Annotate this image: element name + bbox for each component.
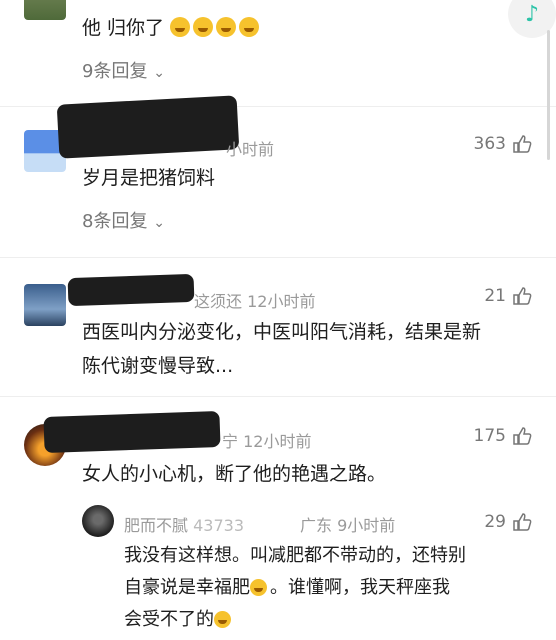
reply-author: 肥而不腻 43733 xyxy=(124,516,245,535)
comment-time: 小时前 xyxy=(226,140,275,159)
chevron-down-icon: ⌄ xyxy=(153,215,165,231)
reply-text: 会受不了的 xyxy=(124,604,234,636)
thumbs-up-icon xyxy=(513,427,532,445)
thumbs-up-icon xyxy=(513,513,532,531)
comment-text: 他 归你了 xyxy=(82,12,262,44)
comment-text: 陈代谢变慢导致... xyxy=(82,355,234,377)
laughing-crying-emoji-icon xyxy=(250,579,267,596)
laughing-emoji-icon xyxy=(216,17,237,37)
redacted-username xyxy=(67,273,195,307)
laughing-emoji-icon xyxy=(239,17,260,37)
comment-meta: 宁 12小时前 xyxy=(222,432,312,451)
view-replies-button[interactable]: 8条回复 ⌄ xyxy=(82,207,165,233)
comment-text: 岁月是把猪饲料 xyxy=(82,167,216,189)
like-count: 363 xyxy=(473,134,506,154)
like-button[interactable]: 175 xyxy=(474,426,532,446)
avatar[interactable] xyxy=(24,0,66,20)
thumbs-up-icon xyxy=(513,287,532,305)
redacted-username xyxy=(43,410,221,454)
divider xyxy=(0,396,556,397)
comment-text: 西医叫内分泌变化，中医叫阳气消耗，结果是新 xyxy=(82,321,482,343)
divider xyxy=(0,257,556,258)
laughing-emoji-icon xyxy=(170,17,191,37)
comment-time: 这须还 12小时前 xyxy=(194,292,316,311)
reply-text: 自豪说是幸福肥 。谁懂啊，我天秤座我 xyxy=(124,577,450,598)
like-button[interactable]: 29 xyxy=(484,512,532,532)
chevron-down-icon: ⌄ xyxy=(153,65,165,81)
like-button[interactable]: 363 xyxy=(474,134,532,154)
laughing-crying-emoji-icon xyxy=(214,611,231,628)
comment-text: 女人的小心机，断了他的艳遇之路。 xyxy=(82,463,387,485)
like-count: 175 xyxy=(473,426,506,446)
reply-text: 我没有这样想。叫减肥都不带动的，还特别 xyxy=(124,545,466,566)
reply-meta: 广东 9小时前 xyxy=(300,516,396,535)
like-button[interactable]: 21 xyxy=(484,286,532,306)
laughing-emoji-icon xyxy=(193,17,214,37)
reply-avatar[interactable] xyxy=(82,505,114,537)
avatar[interactable] xyxy=(24,284,66,326)
like-count: 21 xyxy=(484,286,506,306)
redacted-username xyxy=(56,95,240,159)
scrollbar[interactable] xyxy=(547,30,550,160)
thumbs-up-icon xyxy=(513,135,532,153)
like-count: 29 xyxy=(484,512,506,532)
view-replies-button[interactable]: 9条回复 ⌄ xyxy=(82,57,165,83)
